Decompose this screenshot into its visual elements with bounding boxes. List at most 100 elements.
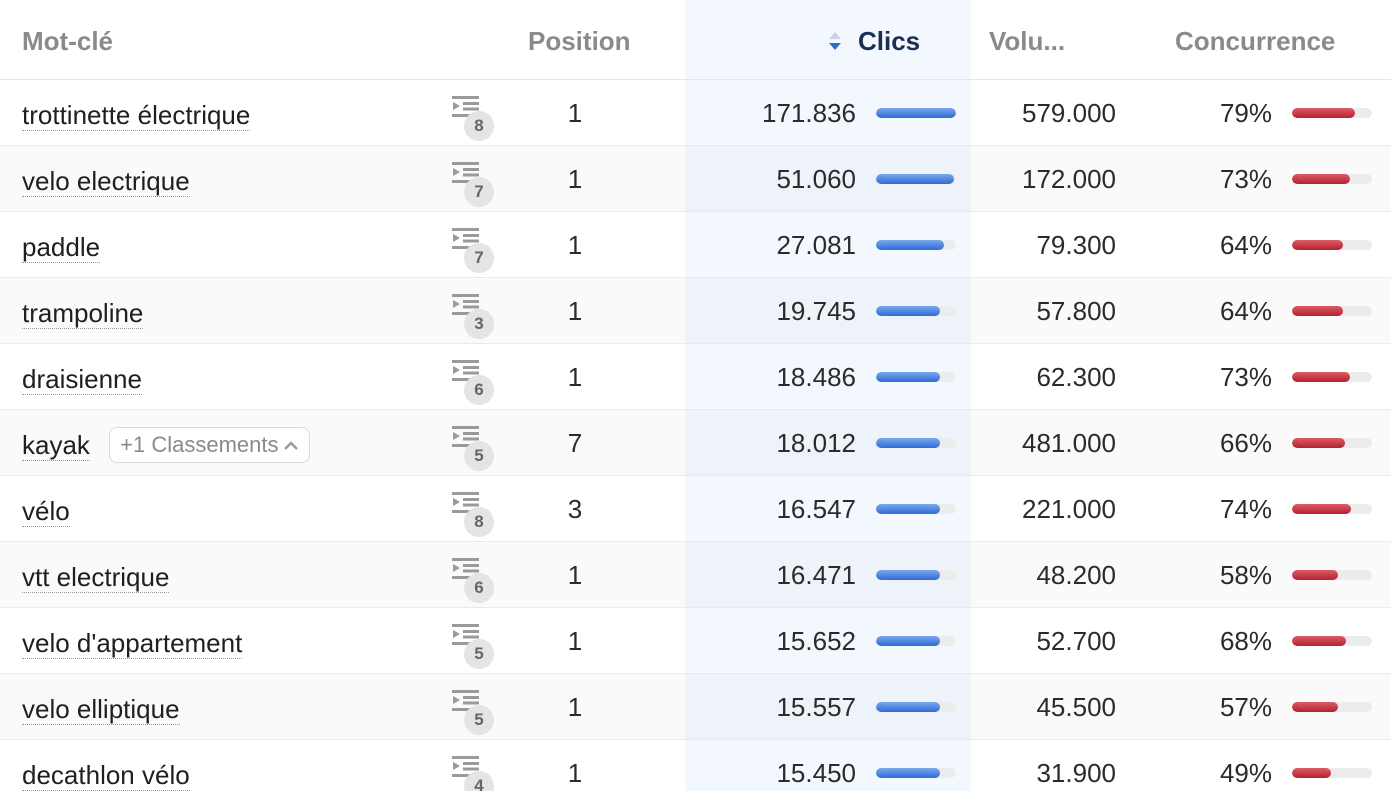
competition-bar-fill bbox=[1292, 504, 1352, 514]
competition-cell: 74% bbox=[1219, 494, 1272, 524]
serp-features-button[interactable]: 6 bbox=[452, 344, 498, 410]
serp-count-badge: 3 bbox=[464, 309, 494, 339]
serp-features-button[interactable]: 6 bbox=[452, 542, 498, 608]
sort-desc-icon bbox=[829, 32, 841, 51]
clics-bar-fill bbox=[876, 372, 940, 382]
competition-cell: 79% bbox=[1219, 98, 1272, 128]
position-cell: 1 bbox=[567, 626, 583, 656]
clics-bar-fill bbox=[876, 174, 954, 184]
serp-count-badge: 7 bbox=[464, 243, 494, 273]
clics-bar bbox=[876, 702, 956, 712]
table-row: kayak +1 Classements 5 7 18.012 481.000 … bbox=[0, 410, 1391, 476]
serp-features-button[interactable]: 8 bbox=[452, 80, 498, 146]
table-row: paddle 7 1 27.081 79.300 64% bbox=[0, 212, 1391, 278]
clics-cell: 18.012 bbox=[776, 428, 856, 458]
competition-cell: 64% bbox=[1219, 296, 1272, 326]
keyword-link[interactable]: decathlon vélo bbox=[22, 760, 190, 791]
volume-cell: 62.300 bbox=[1036, 362, 1116, 392]
clics-bar bbox=[876, 372, 956, 382]
header-competition[interactable]: Concurrence bbox=[1175, 26, 1335, 56]
header-position[interactable]: Position bbox=[528, 26, 631, 56]
serp-count-badge: 8 bbox=[464, 507, 494, 537]
competition-bar bbox=[1292, 636, 1372, 646]
table-row: trottinette électrique 8 1 171.836 579.0… bbox=[0, 80, 1391, 146]
header-clics[interactable]: Clics bbox=[826, 26, 920, 56]
keyword-link[interactable]: velo d'appartement bbox=[22, 628, 243, 659]
competition-bar bbox=[1292, 702, 1372, 712]
clics-cell: 15.652 bbox=[776, 626, 856, 656]
keyword-cell: trampoline bbox=[22, 278, 144, 344]
clics-bar bbox=[876, 504, 956, 514]
competition-bar bbox=[1292, 570, 1372, 580]
keyword-link[interactable]: trottinette électrique bbox=[22, 100, 251, 131]
position-cell: 1 bbox=[567, 296, 583, 326]
competition-bar bbox=[1292, 372, 1372, 382]
keyword-cell: decathlon vélo bbox=[22, 740, 190, 791]
serp-features-button[interactable]: 7 bbox=[452, 146, 498, 212]
serp-features-button[interactable]: 5 bbox=[452, 410, 498, 476]
position-cell: 1 bbox=[567, 692, 583, 722]
serp-count-badge: 6 bbox=[464, 573, 494, 603]
keyword-cell: paddle bbox=[22, 212, 101, 278]
keyword-cell: kayak +1 Classements bbox=[22, 410, 310, 476]
more-rankings-button[interactable]: +1 Classements bbox=[109, 427, 310, 464]
serp-count-badge: 8 bbox=[464, 111, 494, 141]
clics-bar-fill bbox=[876, 108, 956, 118]
competition-bar bbox=[1292, 438, 1372, 448]
clics-cell: 16.547 bbox=[776, 494, 856, 524]
volume-cell: 481.000 bbox=[1022, 428, 1116, 458]
competition-bar-fill bbox=[1292, 438, 1345, 448]
competition-bar bbox=[1292, 174, 1372, 184]
clics-cell: 171.836 bbox=[762, 98, 856, 128]
keyword-link[interactable]: kayak bbox=[22, 430, 90, 461]
clics-bar bbox=[876, 768, 956, 778]
serp-count-badge: 5 bbox=[464, 705, 494, 735]
keyword-link[interactable]: draisienne bbox=[22, 364, 142, 395]
header-volume[interactable]: Volu... bbox=[989, 26, 1065, 56]
serp-features-button[interactable]: 7 bbox=[452, 212, 498, 278]
competition-cell: 66% bbox=[1219, 428, 1272, 458]
keyword-link[interactable]: paddle bbox=[22, 232, 101, 263]
table-row: vtt electrique 6 1 16.471 48.200 58% bbox=[0, 542, 1391, 608]
competition-bar-fill bbox=[1292, 768, 1332, 778]
volume-cell: 48.200 bbox=[1036, 560, 1116, 590]
clics-bar bbox=[876, 240, 956, 250]
serp-features-button[interactable]: 5 bbox=[452, 608, 498, 674]
competition-bar bbox=[1292, 306, 1372, 316]
keyword-link[interactable]: trampoline bbox=[22, 298, 144, 329]
clics-bar-fill bbox=[876, 240, 944, 250]
keyword-cell: velo d'appartement bbox=[22, 608, 243, 674]
keyword-link[interactable]: velo electrique bbox=[22, 166, 190, 197]
keyword-link[interactable]: velo elliptique bbox=[22, 694, 180, 725]
competition-cell: 58% bbox=[1219, 560, 1272, 590]
volume-cell: 172.000 bbox=[1022, 164, 1116, 194]
position-cell: 1 bbox=[567, 98, 583, 128]
competition-bar bbox=[1292, 504, 1372, 514]
position-cell: 1 bbox=[567, 758, 583, 788]
competition-bar-fill bbox=[1292, 702, 1338, 712]
clics-cell: 27.081 bbox=[776, 230, 856, 260]
keyword-cell: velo elliptique bbox=[22, 674, 180, 740]
serp-features-button[interactable]: 3 bbox=[452, 278, 498, 344]
header-clics-label: Clics bbox=[858, 26, 921, 56]
clics-bar bbox=[876, 570, 956, 580]
serp-features-button[interactable]: 8 bbox=[452, 476, 498, 542]
volume-cell: 221.000 bbox=[1022, 494, 1116, 524]
serp-features-button[interactable]: 5 bbox=[452, 674, 498, 740]
competition-cell: 73% bbox=[1219, 362, 1272, 392]
keyword-link[interactable]: vtt electrique bbox=[22, 562, 170, 593]
keyword-link[interactable]: vélo bbox=[22, 496, 70, 527]
competition-cell: 68% bbox=[1219, 626, 1272, 656]
clics-bar-fill bbox=[876, 306, 940, 316]
position-cell: 1 bbox=[567, 230, 583, 260]
competition-cell: 73% bbox=[1219, 164, 1272, 194]
header-keyword[interactable]: Mot-clé bbox=[22, 26, 113, 56]
clics-bar bbox=[876, 438, 956, 448]
competition-cell: 49% bbox=[1219, 758, 1272, 788]
clics-bar-fill bbox=[876, 504, 940, 514]
serp-count-badge: 5 bbox=[464, 441, 494, 471]
clics-cell: 19.745 bbox=[776, 296, 856, 326]
table-row: vélo 8 3 16.547 221.000 74% bbox=[0, 476, 1391, 542]
serp-features-button[interactable]: 4 bbox=[452, 740, 498, 791]
keyword-table: Mot-clé Position Clics Volu... Concurren… bbox=[0, 0, 1391, 791]
